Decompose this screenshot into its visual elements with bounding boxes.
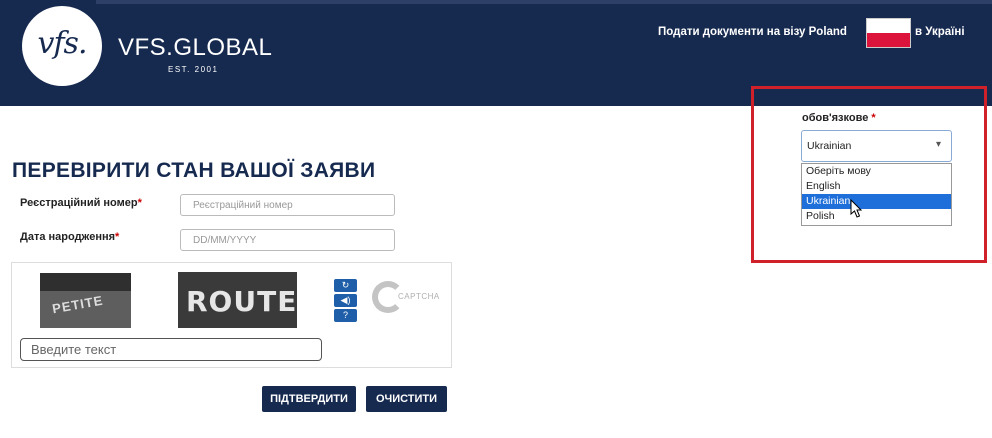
required-asterisk: * [137, 197, 142, 209]
captcha-image-right: ROUTE [178, 272, 297, 328]
captcha-noise-block [40, 273, 131, 291]
reg-number-label-text: Реєстраційний номер [20, 197, 138, 209]
language-label: обов'язкове * [802, 112, 876, 124]
language-option-english[interactable]: English [802, 179, 951, 194]
header-top-stripe [96, 0, 992, 4]
language-label-text: обов'язкове [802, 112, 869, 124]
required-asterisk: * [871, 112, 876, 124]
recaptcha-brand-text: CAPTCHA [398, 292, 440, 301]
language-option-ukrainian[interactable]: Ukrainian [802, 194, 951, 209]
poland-flag-icon[interactable] [866, 18, 911, 48]
visa-location-text: в Україні [915, 26, 965, 38]
vfs-logo[interactable]: vfs. [22, 6, 102, 86]
language-option-polish[interactable]: Polish [802, 209, 951, 224]
speaker-icon[interactable]: ◀) [334, 294, 357, 307]
flag-red-stripe [867, 33, 910, 47]
dob-input[interactable] [180, 229, 395, 251]
captcha-image-right-text: ROUTE [186, 285, 297, 318]
captcha-text-input[interactable] [20, 338, 322, 361]
brand-established: EST. 2001 [168, 65, 219, 74]
flag-white-stripe [867, 19, 910, 33]
reg-number-input[interactable] [180, 194, 395, 216]
clear-button[interactable]: ОЧИСТИТИ [366, 386, 447, 412]
vfs-logo-text: vfs. [37, 26, 88, 61]
page-title: ПЕРЕВІРИТИ СТАН ВАШОЇ ЗАЯВИ [12, 159, 376, 182]
visa-country-text: Подати документи на візу Poland [658, 26, 847, 38]
dob-label-text: Дата народження [20, 231, 116, 243]
dob-label: Дата народження* [20, 231, 119, 243]
brand-name: VFS.GLOBAL [118, 34, 273, 61]
recaptcha-logo-icon: CAPTCHA [372, 281, 444, 317]
language-dropdown-list: Оберіть мову English Ukrainian Polish [801, 163, 952, 226]
help-icon[interactable]: ? [334, 309, 357, 322]
language-select-value: Ukrainian [807, 140, 852, 152]
chevron-down-icon[interactable]: ▾ [936, 139, 941, 150]
mouse-pointer-icon [850, 199, 862, 218]
captcha-image-left-text: PETITE [51, 292, 105, 317]
refresh-icon[interactable]: ↻ [334, 279, 357, 292]
captcha-panel: PETITE ROUTE ↻ ◀) ? CAPTCHA [11, 262, 452, 368]
confirm-button[interactable]: ПІДТВЕРДИТИ [262, 386, 356, 412]
language-select[interactable]: Ukrainian ▾ [801, 130, 952, 162]
required-asterisk: * [115, 231, 120, 243]
captcha-image-left: PETITE [40, 273, 131, 328]
reg-number-label: Реєстраційний номер* [20, 197, 142, 209]
language-option-placeholder[interactable]: Оберіть мову [802, 164, 951, 179]
